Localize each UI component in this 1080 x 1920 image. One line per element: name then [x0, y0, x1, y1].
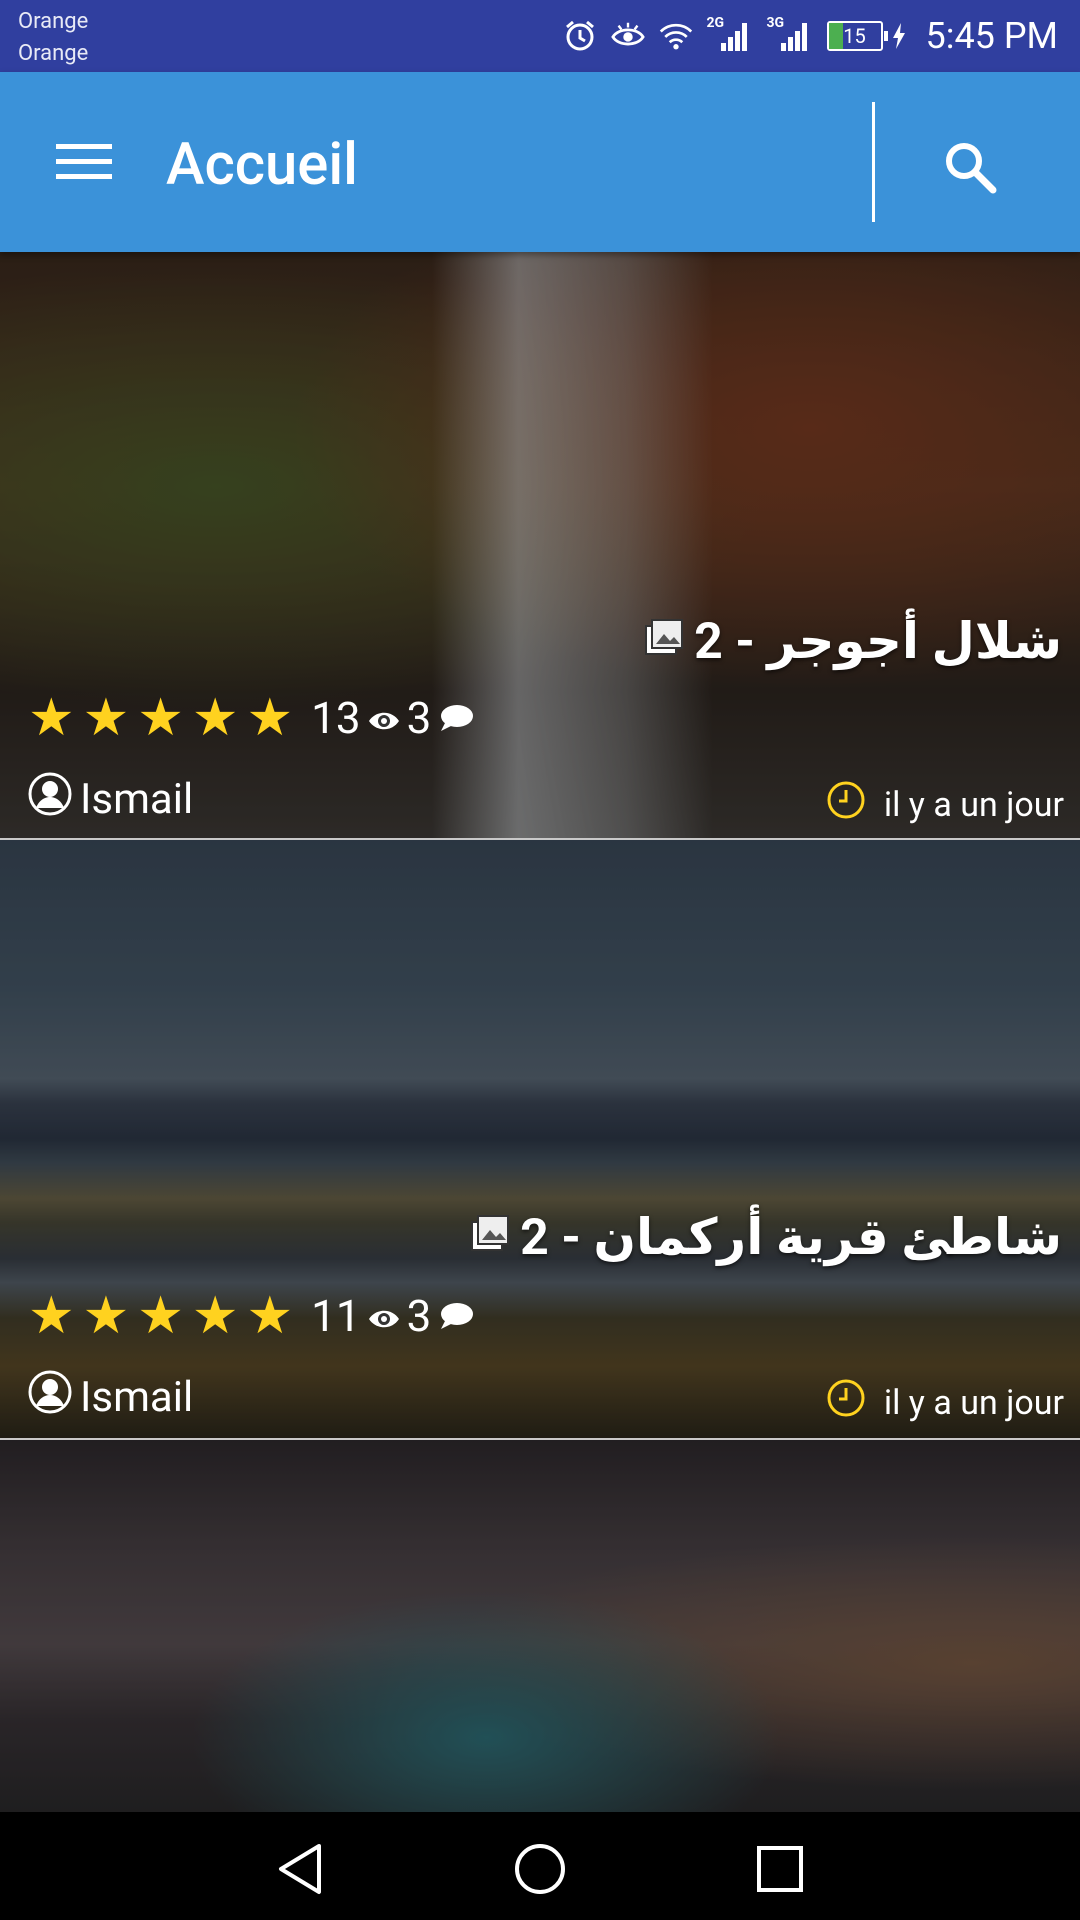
gallery-icon — [644, 613, 684, 671]
battery-icon: 15 — [826, 21, 906, 51]
app-bar: Accueil — [0, 72, 1080, 252]
post-time: il y a un jour — [826, 780, 1064, 829]
image-overlay — [0, 840, 1080, 1438]
views-count: 11 — [311, 1290, 361, 1342]
post-title-text: شلال أجوجر - 2 — [694, 613, 1062, 671]
views-count: 13 — [311, 692, 361, 744]
post-time: il y a un jour — [826, 1378, 1064, 1427]
status-bar: Orange Orange 2G 3G 15 5:45 PM — [0, 0, 1080, 72]
time-ago: il y a un jour — [883, 1382, 1064, 1423]
network-3g-label: 3G — [766, 15, 785, 31]
author-name: Ismail — [80, 775, 194, 824]
post-author[interactable]: Ismail — [28, 1370, 193, 1425]
carrier-2: Orange — [18, 41, 89, 66]
rating-stars: ★ ★ ★ ★ ★ — [28, 692, 293, 744]
hamburger-menu-icon[interactable] — [44, 134, 124, 190]
star-icon: ★ — [191, 687, 239, 748]
post-title[interactable]: شلال أجوجر - 2 — [644, 612, 1062, 671]
search-icon[interactable] — [935, 132, 1005, 202]
post-title[interactable]: شاطئ قرية أركمان - 2 — [470, 1208, 1062, 1267]
comments-count: 3 — [406, 1290, 432, 1342]
clock-time: 5:45 PM — [925, 15, 1059, 57]
post-stats: ★ ★ ★ ★ ★ 11 3 — [28, 1290, 475, 1342]
clock-icon — [826, 1378, 866, 1427]
image-overlay — [0, 1440, 1080, 1812]
star-icon: ★ — [28, 687, 75, 748]
star-icon: ★ — [246, 687, 294, 748]
star-icon: ★ — [82, 1285, 130, 1346]
signal-3g-icon: 3G — [767, 15, 813, 53]
star-icon: ★ — [137, 687, 184, 748]
recent-apps-icon[interactable] — [745, 1834, 815, 1904]
alarm-icon — [563, 19, 597, 53]
carrier-1: Orange — [18, 9, 89, 34]
post-stats: ★ ★ ★ ★ ★ 13 3 — [28, 692, 475, 744]
post-author[interactable]: Ismail — [28, 772, 193, 827]
time-ago: il y a un jour — [883, 784, 1064, 825]
eye-icon — [367, 1290, 401, 1342]
user-avatar-icon — [28, 772, 72, 827]
star-icon: ★ — [82, 687, 130, 748]
post-card[interactable] — [0, 1440, 1080, 1812]
battery-level: 15 — [843, 24, 866, 48]
comment-icon — [439, 692, 475, 744]
charging-icon — [892, 23, 905, 49]
carrier-labels: Orange Orange — [18, 6, 88, 70]
author-name: Ismail — [80, 1373, 194, 1422]
clock-icon — [826, 780, 866, 829]
image-overlay — [0, 252, 1080, 838]
app-bar-divider — [872, 102, 875, 222]
navigation-bar — [0, 1812, 1080, 1920]
eye-icon — [367, 692, 401, 744]
back-icon[interactable] — [265, 1834, 335, 1904]
post-card[interactable]: شاطئ قرية أركمان - 2 ★ ★ ★ ★ ★ 11 3 Isma… — [0, 840, 1080, 1440]
post-card[interactable]: شلال أجوجر - 2 ★ ★ ★ ★ ★ 13 3 Ismail il … — [0, 252, 1080, 840]
post-title-text: شاطئ قرية أركمان - 2 — [520, 1209, 1062, 1267]
star-icon: ★ — [246, 1285, 294, 1346]
page-title: Accueil — [166, 131, 358, 199]
gallery-icon — [470, 1209, 510, 1267]
star-icon: ★ — [28, 1285, 75, 1346]
eye-comfort-icon — [610, 19, 645, 53]
network-2g-label: 2G — [706, 15, 725, 31]
rating-stars: ★ ★ ★ ★ ★ — [28, 1290, 293, 1342]
comment-icon — [439, 1290, 475, 1342]
signal-2g-icon: 2G — [707, 15, 753, 53]
wifi-icon — [659, 19, 693, 53]
user-avatar-icon — [28, 1370, 72, 1425]
comments-count: 3 — [406, 692, 432, 744]
star-icon: ★ — [191, 1285, 239, 1346]
star-icon: ★ — [137, 1285, 184, 1346]
home-icon[interactable] — [505, 1834, 575, 1904]
